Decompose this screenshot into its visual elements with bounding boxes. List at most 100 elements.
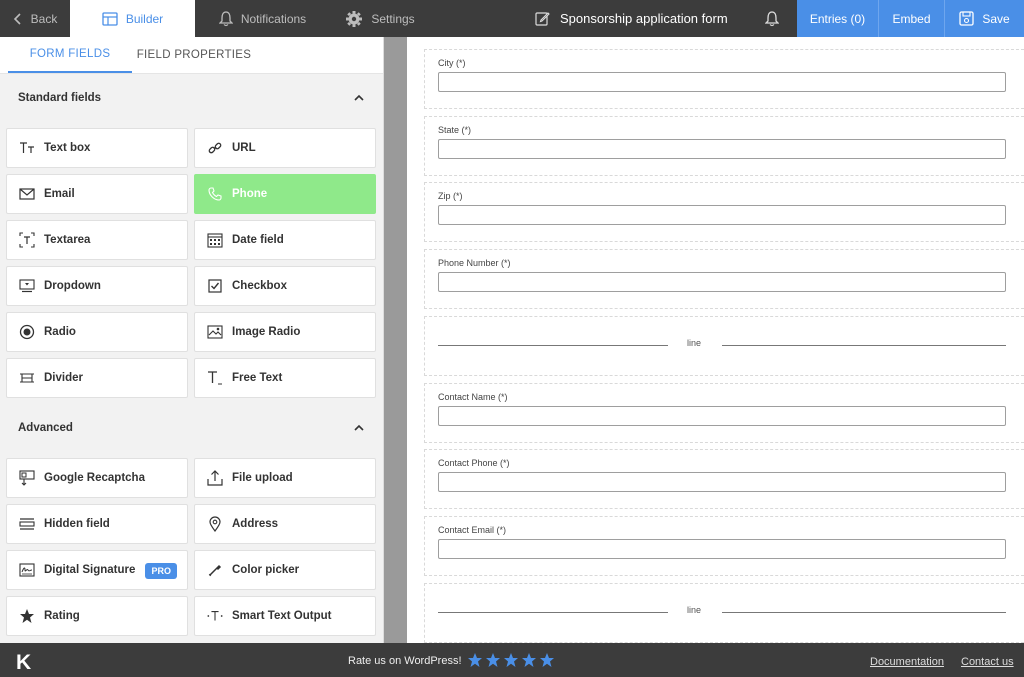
embed-button[interactable]: Embed — [879, 0, 945, 37]
field-textarea-button[interactable]: Textarea — [6, 220, 188, 260]
form-line-divider[interactable]: line — [424, 582, 1024, 643]
field-input[interactable] — [438, 472, 1006, 493]
field-dropdown-button[interactable]: Dropdown — [6, 266, 188, 306]
field-image-radio-button[interactable]: Image Radio — [194, 312, 376, 352]
footer-bar: K Rate us on WordPress! Documentation Co… — [0, 643, 1024, 677]
field-label: Contact Email (*) — [438, 524, 507, 535]
builder-icon — [102, 11, 118, 26]
back-button[interactable]: Back — [0, 0, 70, 37]
field-input[interactable] — [438, 272, 1006, 293]
envelope-icon — [19, 186, 35, 202]
checkbox-icon — [207, 278, 223, 294]
gear-icon — [346, 10, 363, 27]
free-text-icon — [207, 370, 223, 386]
star-icon[interactable] — [521, 652, 537, 673]
field-label: Dropdown — [44, 280, 101, 292]
form-field-row[interactable]: Contact Name (*) — [424, 382, 1024, 443]
form-title-text: Sponsorship application form — [560, 11, 728, 26]
star-icon[interactable] — [467, 652, 483, 673]
field-radio-button[interactable]: Radio — [6, 312, 188, 352]
field-label: Image Radio — [232, 326, 301, 338]
notifications-bell-button[interactable] — [762, 0, 782, 37]
field-input[interactable] — [438, 72, 1006, 92]
form-line-divider[interactable]: line — [424, 315, 1024, 376]
field-hidden-field-button[interactable]: Hidden field — [6, 504, 188, 544]
star-icon[interactable] — [539, 652, 555, 673]
tab-form-fields[interactable]: FORM FIELDS — [8, 37, 132, 73]
form-field-row[interactable]: State (*) — [424, 115, 1024, 176]
tab-settings[interactable]: Settings — [330, 0, 430, 37]
phone-icon — [207, 186, 223, 202]
section-standard-fields[interactable]: Standard fields — [0, 74, 383, 122]
save-button[interactable]: Save — [945, 0, 1024, 37]
rating-stars[interactable] — [467, 652, 555, 673]
tab-builder[interactable]: Builder — [70, 0, 195, 37]
field-input[interactable] — [438, 205, 1006, 226]
field-label: Free Text — [232, 372, 283, 384]
entries-button[interactable]: Entries (0) — [797, 0, 879, 37]
contact-link[interactable]: Contact us — [961, 656, 1014, 668]
sidebar: FORM FIELDS FIELD PROPERTIES Standard fi… — [0, 37, 384, 643]
field-label: Radio — [44, 326, 76, 338]
section-advanced[interactable]: Advanced — [0, 404, 383, 452]
divider-line-right — [722, 344, 1006, 346]
field-free-text-button[interactable]: Free Text — [194, 358, 376, 398]
divider-line-left — [438, 344, 668, 346]
field-color-picker-button[interactable]: Color picker — [194, 550, 376, 590]
tab-notifications[interactable]: Notifications — [195, 0, 330, 37]
field-email-button[interactable]: Email — [6, 174, 188, 214]
form-field-row[interactable]: Contact Phone (*) — [424, 449, 1024, 510]
panel-divider[interactable] — [384, 37, 407, 643]
link-icon — [207, 140, 223, 156]
field-label: State (*) — [438, 124, 472, 135]
brand-logo: K — [16, 651, 32, 674]
field-input[interactable] — [438, 538, 1006, 559]
field-phone-button[interactable]: Phone — [194, 174, 376, 214]
field-url-button[interactable]: URL — [194, 128, 376, 168]
save-icon — [959, 11, 974, 26]
field-date-field-button[interactable]: Date field — [194, 220, 376, 260]
field-smart-text-output-button[interactable]: Smart Text Output — [194, 596, 376, 636]
bell-icon — [765, 10, 779, 26]
section-title: Advanced — [18, 422, 73, 434]
documentation-link[interactable]: Documentation — [870, 656, 944, 668]
field-label: Phone Number (*) — [438, 258, 511, 269]
field-address-button[interactable]: Address — [194, 504, 376, 544]
settings-label: Settings — [371, 11, 415, 26]
field-label: Phone — [232, 188, 268, 200]
field-label: Digital Signature — [44, 564, 136, 576]
field-input[interactable] — [438, 405, 1006, 426]
textarea-icon — [19, 232, 35, 248]
field-digital-signature-button[interactable]: Digital Signature PRO — [6, 550, 188, 590]
star-icon — [19, 608, 35, 624]
field-label: URL — [232, 142, 256, 154]
form-field-row[interactable]: Contact Email (*) — [424, 515, 1024, 576]
form-field-row[interactable]: Phone Number (*) — [424, 249, 1024, 310]
star-icon[interactable] — [485, 652, 501, 673]
field-file-upload-button[interactable]: File upload — [194, 458, 376, 498]
field-label: Rating — [44, 610, 80, 622]
section-title: Standard fields — [18, 92, 102, 104]
tab-field-properties[interactable]: FIELD PROPERTIES — [132, 37, 256, 73]
form-field-row[interactable]: City (*) — [424, 49, 1024, 109]
divider-icon — [19, 370, 35, 386]
field-text-box-button[interactable]: Text box — [6, 128, 188, 168]
field-google-recaptcha-button[interactable]: Google Recaptcha — [6, 458, 188, 498]
field-label: Text box — [44, 142, 91, 154]
form-field-row[interactable]: Zip (*) — [424, 182, 1024, 243]
field-rating-button[interactable]: Rating — [6, 596, 188, 636]
text-box-icon — [19, 140, 35, 156]
field-label: Contact Name (*) — [438, 391, 508, 402]
map-pin-icon — [207, 516, 223, 532]
form-title[interactable]: Sponsorship application form — [535, 0, 728, 37]
field-label: Textarea — [44, 234, 91, 246]
edit-icon — [535, 12, 550, 26]
back-label: Back — [30, 11, 58, 26]
form-canvas: City (*) State (*) Zip (*) Phone Number (*)… — [407, 37, 1024, 643]
top-toolbar: Back Builder Notifications Settings Spon… — [0, 0, 1024, 37]
field-input[interactable] — [438, 138, 1006, 159]
field-divider-button[interactable]: Divider — [6, 358, 188, 398]
field-label: Zip (*) — [438, 191, 463, 202]
field-checkbox-button[interactable]: Checkbox — [194, 266, 376, 306]
star-icon[interactable] — [503, 652, 519, 673]
